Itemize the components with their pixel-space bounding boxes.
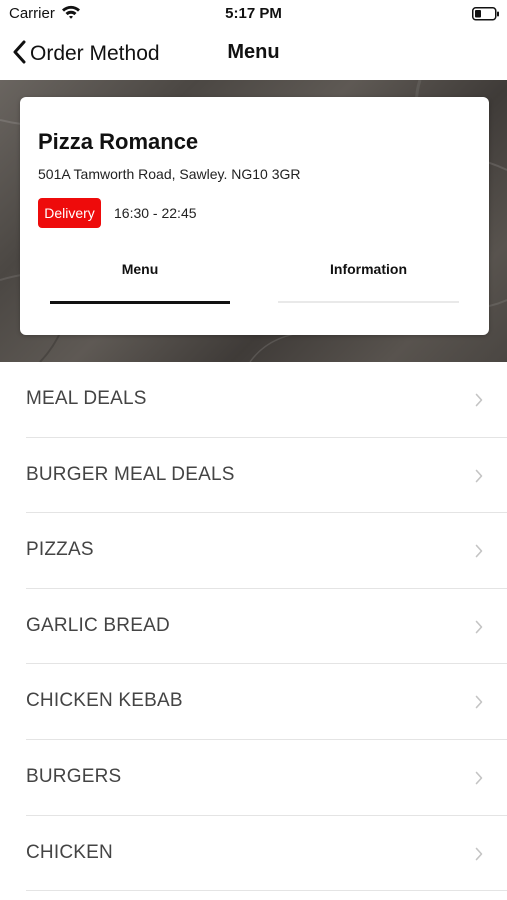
- menu-item-label: PIZZAS: [26, 539, 94, 561]
- back-button[interactable]: Order Method: [12, 38, 160, 70]
- tab-information[interactable]: Information: [278, 247, 459, 307]
- menu-category-list: MEAL DEALS BURGER MEAL DEALS PIZZAS GARL…: [0, 362, 507, 892]
- store-name: Pizza Romance: [38, 129, 199, 154]
- chevron-right-icon: [475, 847, 483, 866]
- menu-item-label: GARLIC BREAD: [26, 614, 170, 636]
- divider: [26, 890, 507, 892]
- chevron-left-icon: [12, 40, 26, 69]
- menu-item-label: BURGER MEAL DEALS: [26, 463, 235, 485]
- opening-hours: 16:30 - 22:45: [114, 205, 197, 221]
- menu-item-label: CHICKEN: [26, 841, 113, 863]
- menu-item-label: MEAL DEALS: [26, 388, 147, 409]
- menu-item-pizzas[interactable]: PIZZAS: [0, 513, 507, 589]
- chevron-right-icon: [475, 469, 483, 488]
- chevron-right-icon: [475, 393, 483, 412]
- tab-menu-label: Menu: [121, 261, 159, 277]
- menu-item-burgers[interactable]: BURGERS: [0, 740, 507, 816]
- chevron-right-icon: [475, 620, 483, 639]
- menu-item-meal-deals[interactable]: MEAL DEALS: [0, 362, 507, 438]
- chevron-right-icon: [475, 695, 483, 714]
- battery-low-icon: [472, 7, 500, 26]
- clock: 5:17 PM: [225, 5, 282, 22]
- menu-item-chicken-kebab[interactable]: CHICKEN KEBAB: [0, 664, 507, 740]
- menu-item-burger-meal-deals[interactable]: BURGER MEAL DEALS: [0, 438, 507, 514]
- chevron-right-icon: [475, 771, 483, 790]
- menu-item-chicken[interactable]: CHICKEN: [0, 816, 507, 892]
- navigation-bar: Order Method Menu: [0, 30, 507, 78]
- status-bar: Carrier 5:17 PM: [0, 0, 507, 30]
- menu-item-label: BURGERS: [26, 765, 122, 787]
- delivery-badge: Delivery: [38, 198, 101, 228]
- store-address: 501A Tamworth Road, Sawley. NG10 3GR: [38, 166, 301, 182]
- tab-menu[interactable]: Menu: [50, 247, 230, 307]
- tab-information-label: Information: [330, 261, 407, 277]
- back-label: Order Method: [30, 42, 160, 65]
- chevron-right-icon: [475, 544, 483, 563]
- tab-information-indicator: [278, 301, 459, 303]
- store-info-card: Pizza Romance 501A Tamworth Road, Sawley…: [20, 97, 489, 335]
- page-title: Menu: [227, 41, 280, 63]
- menu-item-label: CHICKEN KEBAB: [26, 690, 183, 712]
- tab-menu-indicator: [50, 301, 230, 304]
- menu-item-garlic-bread[interactable]: GARLIC BREAD: [0, 589, 507, 665]
